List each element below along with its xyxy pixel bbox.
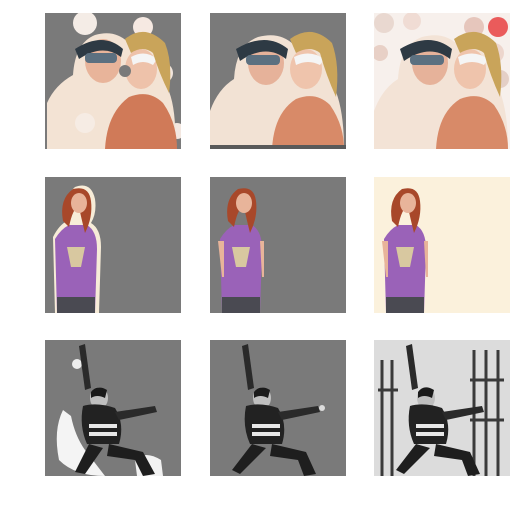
row2-col2-segmented-image [210,177,346,313]
row1-col1-segmented-image [45,13,181,149]
row2-col1-segmented-image [45,177,181,313]
row2-col3-original-photo [374,177,510,313]
row3-col2-segmented-image [210,340,346,476]
image-grid [0,0,520,510]
row3-col1-segmented-image [45,340,181,476]
row1-col3-original-photo [374,13,510,149]
row3-col3-original-photo [374,340,510,476]
row1-col2-segmented-image [210,13,346,149]
